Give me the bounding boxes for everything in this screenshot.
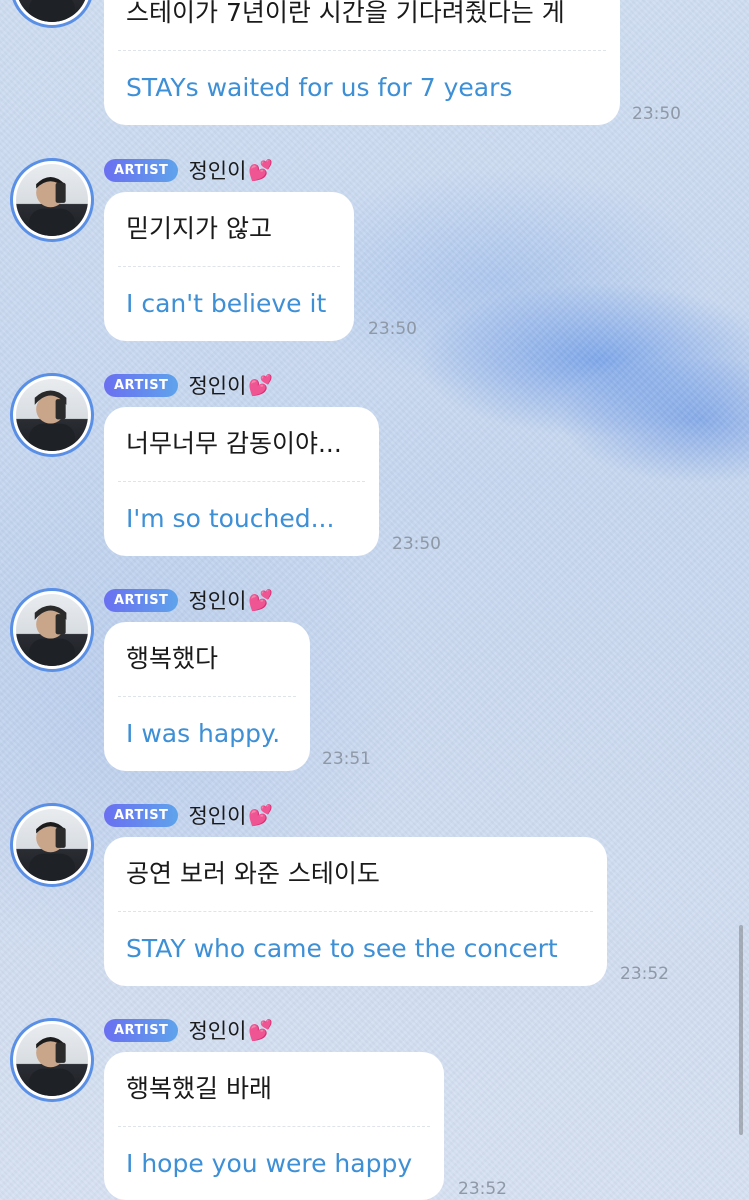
message-timestamp: 23:51 bbox=[322, 749, 371, 769]
message-translation-text: I hope you were happy bbox=[126, 1149, 413, 1178]
message-translation-text: I'm so touched... bbox=[126, 504, 335, 533]
heart-icon: 💕 bbox=[248, 373, 274, 397]
message-korean-text: 공연 보러 와준 스테이도 bbox=[126, 859, 380, 888]
message-timestamp: 23:52 bbox=[458, 1179, 507, 1199]
message-timestamp: 23:52 bbox=[620, 964, 669, 984]
heart-icon: 💕 bbox=[248, 588, 274, 612]
message-timestamp: 23:50 bbox=[632, 104, 681, 124]
sender-name[interactable]: 정인이 💕 bbox=[188, 155, 273, 185]
message-bubble[interactable]: 행복했다 I was happy. bbox=[104, 622, 310, 771]
message-bubble[interactable]: 행복했길 바래 I hope you were happy bbox=[104, 1052, 444, 1200]
artist-badge: ARTIST bbox=[104, 158, 179, 182]
message-timestamp: 23:50 bbox=[392, 534, 441, 554]
message-translation-text: I was happy. bbox=[126, 719, 281, 748]
message-timestamp: 23:50 bbox=[368, 319, 417, 339]
message-bubble[interactable]: 스테이가 7년이란 시간을 기다려줬다는 게 STAYs waited for … bbox=[104, 0, 620, 125]
sender-name[interactable]: 정인이 💕 bbox=[188, 585, 273, 615]
avatar[interactable] bbox=[10, 0, 94, 28]
avatar[interactable] bbox=[10, 373, 94, 457]
message-korean-text: 행복했길 바래 bbox=[126, 1074, 272, 1103]
message-korean-text: 스테이가 7년이란 시간을 기다려줬다는 게 bbox=[126, 0, 565, 27]
chat-feed[interactable]: 스테이가 7년이란 시간을 기다려줬다는 게 STAYs waited for … bbox=[0, 0, 749, 1200]
heart-icon: 💕 bbox=[248, 803, 274, 827]
avatar[interactable] bbox=[10, 588, 94, 672]
heart-icon: 💕 bbox=[248, 158, 274, 182]
artist-badge: ARTIST bbox=[104, 588, 179, 612]
heart-icon: 💕 bbox=[248, 1018, 274, 1042]
artist-badge: ARTIST bbox=[104, 373, 179, 397]
artist-badge: ARTIST bbox=[104, 803, 179, 827]
message-bubble[interactable]: 믿기지가 않고 I can't believe it bbox=[104, 192, 354, 341]
avatar[interactable] bbox=[10, 803, 94, 887]
message-translation-text: STAYs waited for us for 7 years bbox=[126, 73, 513, 102]
message-bubble[interactable]: 공연 보러 와준 스테이도 STAY who came to see the c… bbox=[104, 837, 607, 986]
avatar[interactable] bbox=[10, 158, 94, 242]
avatar[interactable] bbox=[10, 1018, 94, 1102]
message-translation-text: STAY who came to see the concert bbox=[126, 934, 558, 963]
scrollbar[interactable] bbox=[739, 925, 743, 1135]
message-korean-text: 너무너무 감동이야... bbox=[126, 429, 342, 458]
message-bubble[interactable]: 너무너무 감동이야... I'm so touched... bbox=[104, 407, 379, 556]
sender-name[interactable]: 정인이 💕 bbox=[188, 1015, 273, 1045]
message-korean-text: 행복했다 bbox=[126, 644, 219, 673]
message-translation-text: I can't believe it bbox=[126, 289, 327, 318]
sender-name[interactable]: 정인이 💕 bbox=[188, 370, 273, 400]
artist-badge: ARTIST bbox=[104, 1018, 179, 1042]
message-korean-text: 믿기지가 않고 bbox=[126, 214, 272, 243]
sender-name[interactable]: 정인이 💕 bbox=[188, 800, 273, 830]
